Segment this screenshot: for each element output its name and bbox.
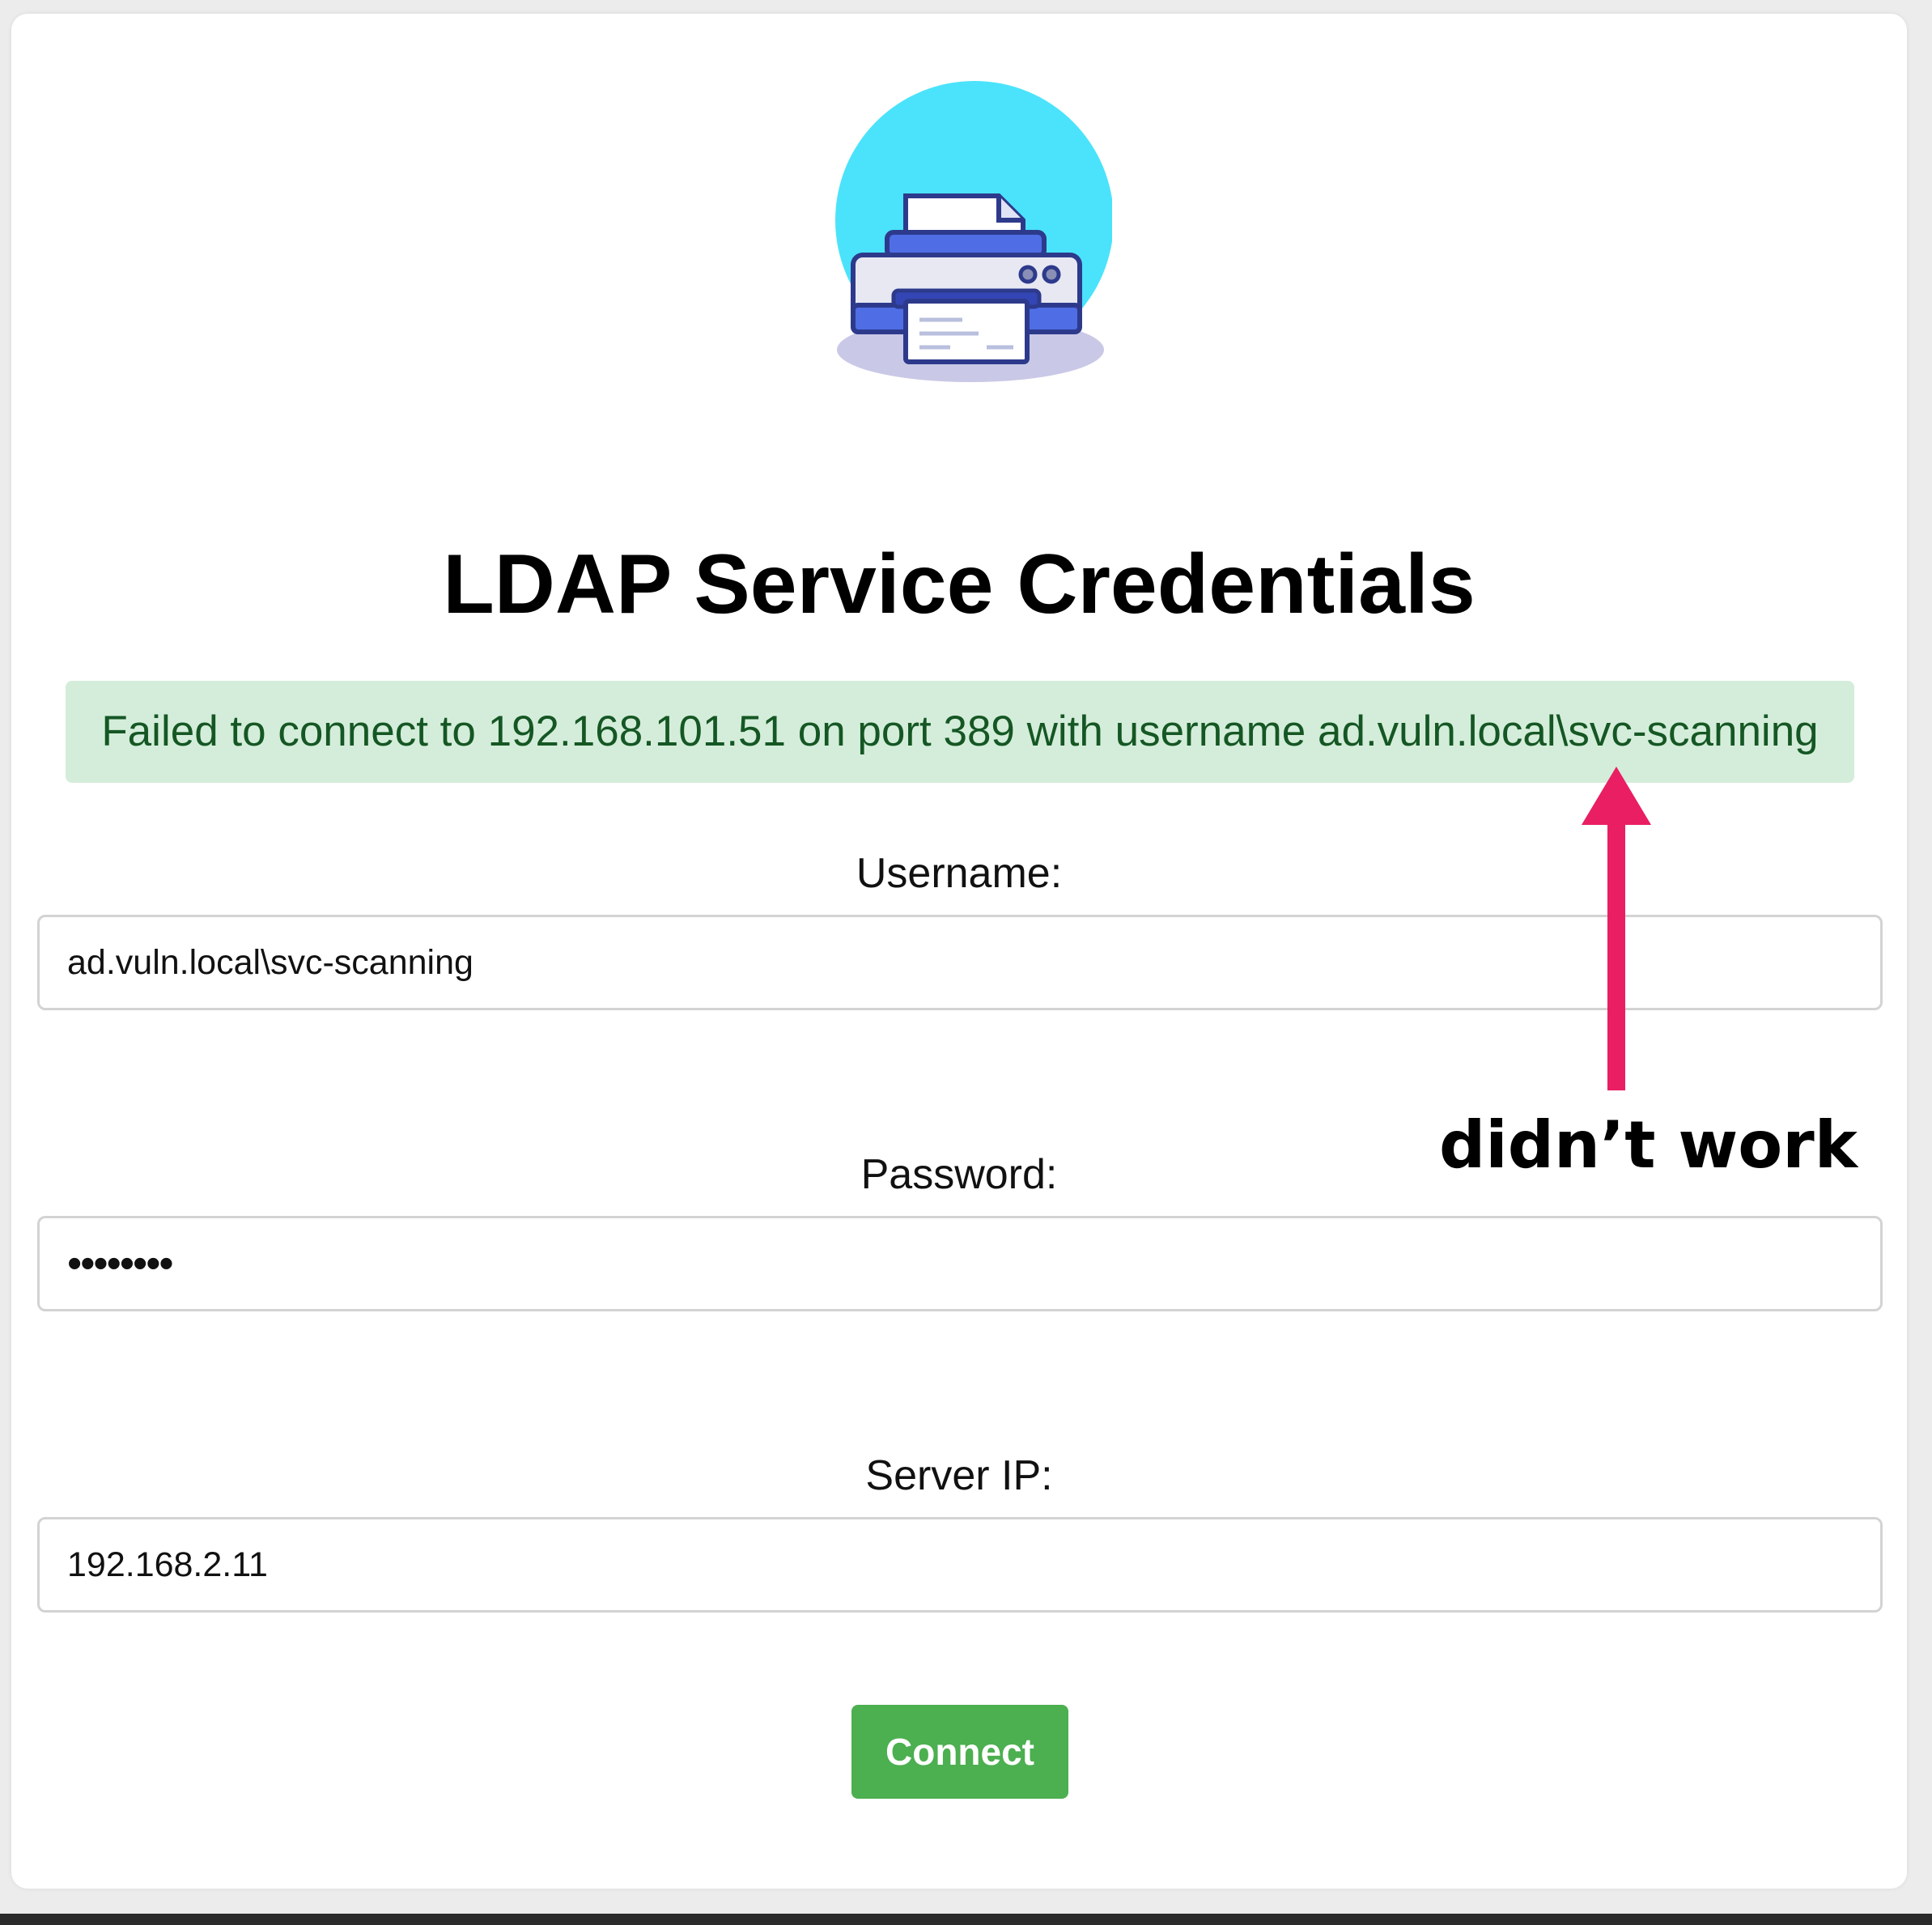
password-input[interactable]: •••••••• <box>37 1216 1883 1311</box>
annotation-text: didn’t work <box>1439 1107 1858 1183</box>
server-ip-input[interactable]: 192.168.2.11 <box>37 1517 1883 1613</box>
server-ip-label: Server IP: <box>865 1452 1053 1499</box>
credentials-card: LDAP Service Credentials Failed to conne… <box>11 14 1907 1889</box>
window-bottom-edge <box>0 1914 1932 1925</box>
connect-button[interactable]: Connect <box>851 1705 1068 1799</box>
printer-icon <box>835 81 1112 382</box>
annotation-arrow-icon <box>1582 767 1651 1090</box>
page-title: LDAP Service Credentials <box>443 538 1476 631</box>
